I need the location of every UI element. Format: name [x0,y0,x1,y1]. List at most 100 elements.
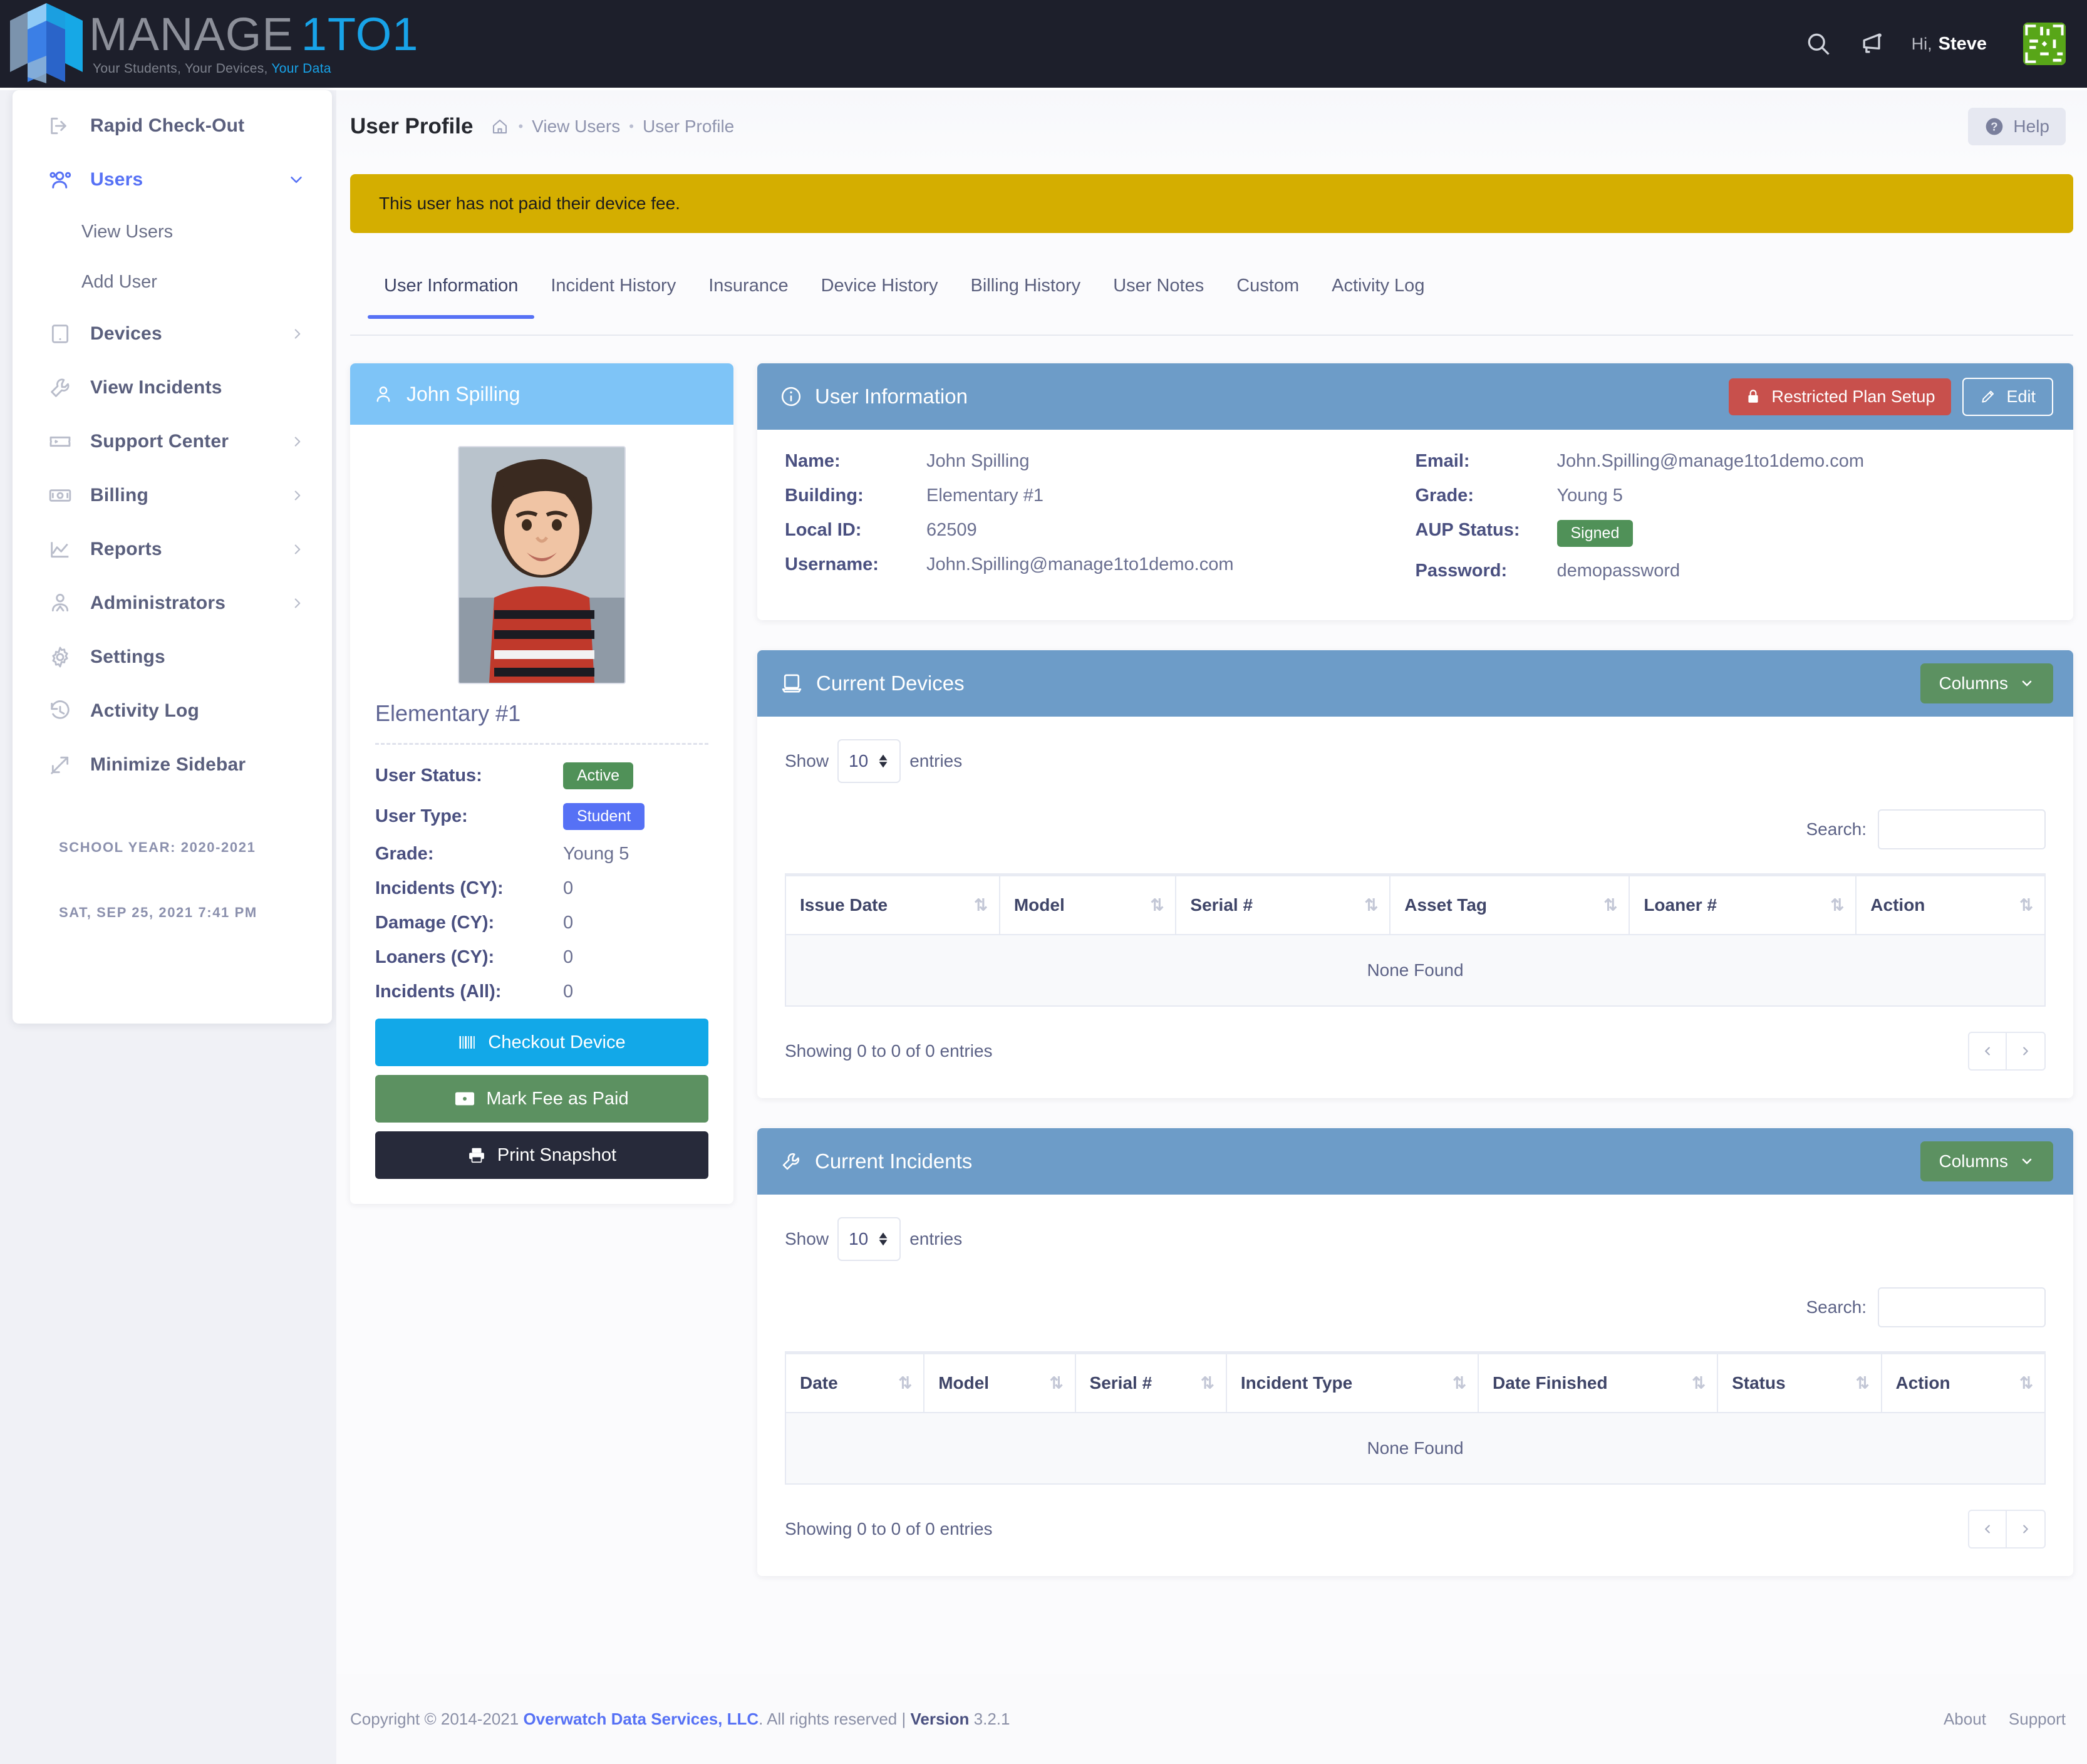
devices-length-control: Show 10 entries [785,739,2046,783]
devices-page-size-select[interactable]: 10 [837,739,901,783]
incidents-col-action[interactable]: Action ⇅ [1880,1352,2046,1413]
sidebar-item-rapid-check-out[interactable]: Rapid Check-Out [13,99,332,153]
footer-link-support[interactable]: Support [2009,1710,2066,1729]
tab-activity-log[interactable]: Activity Log [1315,267,1441,318]
current-incidents-panel: Current Incidents Columns Show 10 entrie… [757,1128,2073,1576]
svg-text:?: ? [1991,120,1998,133]
devices-search-input[interactable] [1878,809,2046,849]
devices-col-serial[interactable]: Serial # ⇅ [1175,874,1391,935]
profile-field-user-type: User Type: Student [375,803,708,830]
incidents-columns-button[interactable]: Columns [1920,1141,2053,1181]
profile-building: Elementary #1 [375,700,521,726]
sort-icon: ⇅ [1150,895,1164,915]
field-label: Username: [785,554,879,574]
devices-next-page-button[interactable] [2007,1032,2046,1071]
devices-col-loaner[interactable]: Loaner # ⇅ [1629,874,1857,935]
qr-avatar-icon [2023,23,2066,65]
devices-columns-button[interactable]: Columns [1920,663,2053,703]
divider [375,743,708,745]
restricted-plan-setup-button[interactable]: Restricted Plan Setup [1729,378,1952,415]
devices-col-model[interactable]: Model ⇅ [998,874,1177,935]
avatar[interactable] [2023,23,2066,65]
page-footer: Copyright © 2014-2021 Overwatch Data Ser… [336,1674,2087,1764]
spinner-icon [877,753,889,769]
help-button[interactable]: ? Help [1968,108,2066,145]
tab-user-information[interactable]: User Information [368,267,535,319]
checkout-device-button[interactable]: Checkout Device [375,1019,708,1066]
field-label: Password: [1415,561,1508,581]
user-greeting[interactable]: Hi, Steve [1912,34,1987,54]
megaphone-icon[interactable] [1858,29,1887,58]
brand-logo[interactable]: MANAGE 1TO1 Your Students, Your Devices,… [6,3,418,85]
button-label: Mark Fee as Paid [486,1088,629,1109]
breadcrumb-view-users[interactable]: View Users [532,117,620,137]
incidents-page-size-select[interactable]: 10 [837,1217,901,1261]
devices-prev-page-button[interactable] [1968,1032,2007,1071]
button-label: Columns [1939,1151,2008,1171]
tab-device-history[interactable]: Device History [805,267,955,318]
field-value: 0 [563,913,574,933]
tab-custom[interactable]: Custom [1220,267,1315,318]
devices-col-action[interactable]: Action ⇅ [1855,874,2046,935]
barcode-icon [458,1034,477,1051]
panel-title: User Information [815,385,968,408]
edit-button[interactable]: Edit [1962,377,2053,416]
company-link[interactable]: Overwatch Data Services, LLC [523,1710,759,1728]
column-label: Action [1870,895,1925,915]
sidebar-item-label: Administrators [90,593,226,613]
table-row: None Found [785,934,2046,1007]
field-label: Loaners (CY): [375,947,495,967]
users-icon [48,167,80,193]
copyright-text: Copyright © 2014-2021 Overwatch Data Ser… [350,1710,1010,1729]
money-icon [48,483,80,508]
incidents-col-status[interactable]: Status ⇅ [1717,1352,1882,1413]
devices-col-issue-date[interactable]: Issue Date ⇅ [785,874,1000,935]
sidebar-item-billing[interactable]: Billing [13,469,332,522]
incidents-next-page-button[interactable] [2007,1510,2046,1549]
incidents-col-model[interactable]: Model ⇅ [923,1352,1076,1413]
pencil-icon [1980,388,1996,405]
search-icon[interactable] [1804,29,1833,58]
tab-incident-history[interactable]: Incident History [534,267,692,318]
brand-name-primary: MANAGE [89,8,294,60]
sidebar-item-view-users[interactable]: View Users [13,207,332,257]
sidebar-item-view-incidents[interactable]: View Incidents [13,361,332,415]
sort-icon: ⇅ [898,1373,913,1393]
minimize-icon [48,752,80,777]
sidebar-item-administrators[interactable]: Administrators [13,576,332,630]
print-snapshot-button[interactable]: Print Snapshot [375,1131,708,1179]
sidebar-item-activity-log[interactable]: Activity Log [13,684,332,738]
current-devices-panel-header: Current Devices Columns [757,650,2073,717]
field-value: 62509 [926,520,977,540]
tab-user-notes[interactable]: User Notes [1097,267,1220,318]
incidents-col-incident-type[interactable]: Incident Type ⇅ [1225,1352,1479,1413]
user-info-email: Email: John.Spilling@manage1to1demo.com [1416,451,2046,472]
incidents-col-serial[interactable]: Serial # ⇅ [1074,1352,1227,1413]
sidebar-item-minimize-sidebar[interactable]: Minimize Sidebar [13,738,332,792]
footer-link-about[interactable]: About [1944,1710,1986,1729]
field-value: 0 [563,947,574,967]
devices-col-asset-tag[interactable]: Asset Tag ⇅ [1389,874,1630,935]
incidents-col-date-finished[interactable]: Date Finished ⇅ [1478,1352,1719,1413]
home-icon[interactable] [490,117,509,136]
field-label: Incidents (CY): [375,878,504,898]
greeting-text: Hi, [1911,34,1932,53]
sidebar-item-devices[interactable]: Devices [13,307,332,361]
incidents-col-date[interactable]: Date ⇅ [784,1352,925,1413]
sort-icon: ⇅ [1830,895,1845,915]
details-column: User Information Restricted Plan Setup E… [757,363,2073,1606]
sidebar-item-settings[interactable]: Settings [13,630,332,684]
field-label: Building: [785,485,864,506]
incidents-prev-page-button[interactable] [1968,1510,2007,1549]
incidents-search-input[interactable] [1878,1287,2046,1327]
field-label: AUP Status: [1415,520,1520,540]
current-datetime-label: SAT, SEP 25, 2021 7:41 PM [59,905,257,920]
tab-insurance[interactable]: Insurance [692,267,804,318]
breadcrumb-user-profile[interactable]: User Profile [643,117,734,137]
sidebar-item-add-user[interactable]: Add User [13,257,332,307]
sidebar-item-support-center[interactable]: Support Center [13,415,332,469]
sidebar-item-reports[interactable]: Reports [13,522,332,576]
tab-billing-history[interactable]: Billing History [955,267,1097,318]
sidebar-item-users[interactable]: Users [13,153,332,207]
mark-fee-as-paid-button[interactable]: Mark Fee as Paid [375,1075,708,1123]
